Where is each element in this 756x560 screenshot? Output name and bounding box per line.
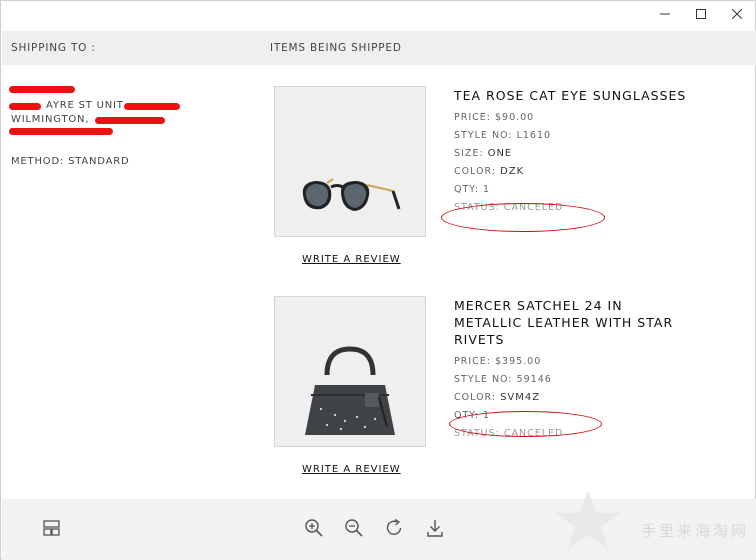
size-label: SIZE:: [454, 148, 488, 159]
zoom-out-button[interactable]: [344, 518, 364, 538]
shipping-address: AYRE ST UNIT WILMINGTON,: [9, 85, 180, 141]
redaction-mark: [124, 103, 180, 110]
color-value: DZK: [500, 166, 525, 177]
sunglasses-icon: [302, 178, 401, 211]
item-color: COLOR: DZK: [454, 163, 714, 181]
watermark-text: 手里来海淘网: [640, 522, 749, 540]
item-name[interactable]: TEA ROSE CAT EYE SUNGLASSES: [454, 87, 714, 104]
item-price: PRICE: $395.00: [454, 356, 542, 367]
handbag-icon: [305, 346, 395, 435]
close-icon: [732, 9, 742, 19]
color-label: COLOR:: [454, 392, 501, 403]
items-heading: ITEMS BEING SHIPPED: [270, 42, 402, 54]
watermark-star-icon: [556, 491, 620, 549]
zoom-out-icon: [345, 519, 363, 537]
zoom-in-button[interactable]: [304, 518, 324, 538]
shipping-to-heading: SHIPPING TO :: [11, 42, 96, 54]
section-header: SHIPPING TO : ITEMS BEING SHIPPED: [2, 31, 756, 65]
close-button[interactable]: [719, 1, 755, 27]
address-street-line: AYRE ST UNIT: [9, 99, 180, 113]
style-label: STYLE NO:: [454, 374, 517, 385]
item-name[interactable]: MERCER SATCHEL 24 IN METALLIC LEATHER WI…: [454, 297, 694, 348]
style-value: 59146: [516, 374, 552, 385]
address-phone-line: [9, 127, 124, 141]
redaction-mark: [9, 128, 113, 135]
window-controls: [647, 1, 755, 29]
redaction-mark: [95, 117, 165, 124]
minimize-icon: [660, 13, 670, 15]
style-value: L1610: [516, 130, 552, 141]
download-button[interactable]: [425, 518, 445, 538]
color-value: SVM4Z: [500, 392, 541, 403]
shipping-method: METHOD: STANDARD: [11, 156, 130, 167]
item-size: SIZE: ONE: [454, 145, 714, 163]
maximize-button[interactable]: [683, 1, 719, 27]
redaction-mark: [9, 86, 75, 93]
redaction-mark: [9, 103, 41, 110]
color-label: COLOR:: [454, 166, 501, 177]
maximize-icon: [696, 9, 706, 19]
layout-icon: [43, 520, 60, 536]
write-review-link[interactable]: WRITE A REVIEW: [302, 254, 401, 265]
city-text: WILMINGTON,: [11, 114, 90, 125]
status-annotation-ellipse: [449, 411, 602, 437]
rotate-icon: [386, 518, 402, 535]
item-qty: QTY: 1: [454, 184, 491, 195]
address-city-line: WILMINGTON,: [11, 113, 165, 127]
zoom-in-icon: [305, 519, 323, 537]
style-label: STYLE NO:: [454, 130, 517, 141]
size-value: ONE: [487, 148, 513, 159]
item-details: TEA ROSE CAT EYE SUNGLASSES PRICE: $90.0…: [454, 87, 714, 217]
item-color: COLOR: SVM4Z: [454, 389, 694, 407]
item-price: PRICE: $90.00: [454, 112, 535, 123]
status-annotation-ellipse: [441, 203, 605, 232]
order-window: SHIPPING TO : ITEMS BEING SHIPPED AYRE S…: [0, 0, 756, 560]
address-name-line: [9, 85, 124, 99]
title-bar: [1, 1, 755, 29]
item-style: STYLE NO: 59146: [454, 371, 694, 389]
write-review-link[interactable]: WRITE A REVIEW: [302, 464, 401, 475]
layout-button[interactable]: [42, 518, 62, 538]
minimize-button[interactable]: [647, 1, 683, 27]
item-image-sunglasses[interactable]: [274, 86, 426, 237]
item-style: STYLE NO: L1610: [454, 127, 714, 145]
rotate-button[interactable]: [385, 518, 405, 538]
download-icon: [427, 520, 443, 537]
item-image-satchel[interactable]: [274, 296, 426, 447]
